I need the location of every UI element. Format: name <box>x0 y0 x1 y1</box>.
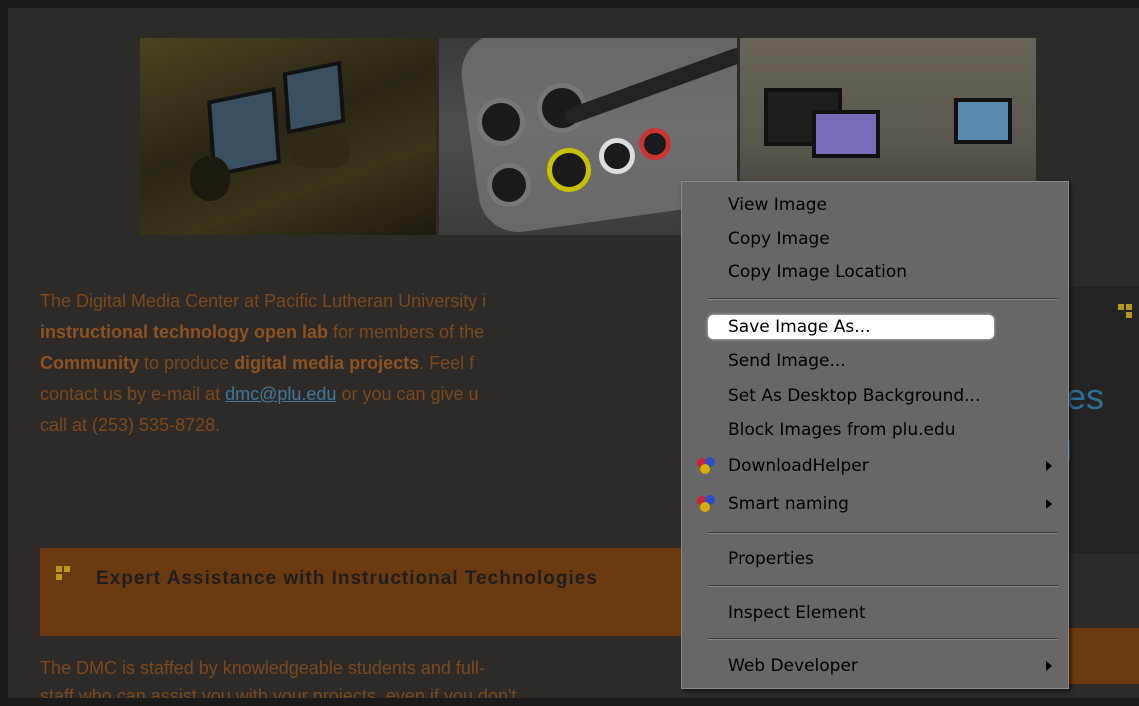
menu-item-smart-naming[interactable]: Smart naming <box>728 492 849 516</box>
section-header-bar: Expert Assistance with Instructional Tec… <box>40 548 740 636</box>
menu-item-web-developer[interactable]: Web Developer <box>728 654 858 678</box>
menu-item-inspect-element[interactable]: Inspect Element <box>728 601 866 625</box>
menu-separator <box>708 298 1058 300</box>
email-link[interactable]: dmc@plu.edu <box>225 384 336 404</box>
menu-item-save-image-as[interactable]: Save Image As... <box>708 315 994 339</box>
menu-item-block-images[interactable]: Block Images from plu.edu <box>728 418 956 442</box>
projects-emphasis: digital media projects <box>234 353 420 373</box>
phone-text: call at (253) 535-8728. <box>40 415 221 435</box>
menu-item-send-image[interactable]: Send Image... <box>728 349 846 373</box>
submenu-arrow-icon <box>1046 461 1052 471</box>
menu-item-downloadhelper[interactable]: DownloadHelper <box>728 454 869 478</box>
sidebar-panel: es l <box>1066 286 1139 554</box>
menu-item-view-image[interactable]: View Image <box>728 193 827 217</box>
banner-photo-lab-computers[interactable] <box>140 38 436 235</box>
section-body-text: The DMC is staffed by knowledgeable stud… <box>40 658 517 698</box>
open-lab-emphasis: instructional technology open lab <box>40 322 329 342</box>
smart-naming-icon <box>697 495 715 512</box>
menu-item-copy-image-location[interactable]: Copy Image Location <box>728 260 907 284</box>
community-emphasis: Community <box>40 353 139 373</box>
menu-separator <box>708 532 1058 534</box>
menu-separator <box>708 638 1058 640</box>
sidebar-bar <box>1066 628 1139 684</box>
sidebar-heading: es <box>1066 376 1105 417</box>
bullet-square-icon <box>1118 304 1124 310</box>
menu-item-copy-image[interactable]: Copy Image <box>728 227 830 251</box>
context-menu: View Image Copy Image Copy Image Locatio… <box>681 181 1069 689</box>
submenu-arrow-icon <box>1046 661 1052 671</box>
menu-item-properties[interactable]: Properties <box>728 547 814 571</box>
submenu-arrow-icon <box>1046 499 1052 509</box>
bullet-square-icon <box>56 566 62 572</box>
intro-paragraph: The Digital Media Center at Pacific Luth… <box>40 291 487 435</box>
menu-separator <box>708 585 1058 587</box>
menu-item-set-desktop-background[interactable]: Set As Desktop Background... <box>728 384 980 408</box>
downloadhelper-icon <box>697 457 715 474</box>
section-title: Expert Assistance with Instructional Tec… <box>96 568 598 589</box>
